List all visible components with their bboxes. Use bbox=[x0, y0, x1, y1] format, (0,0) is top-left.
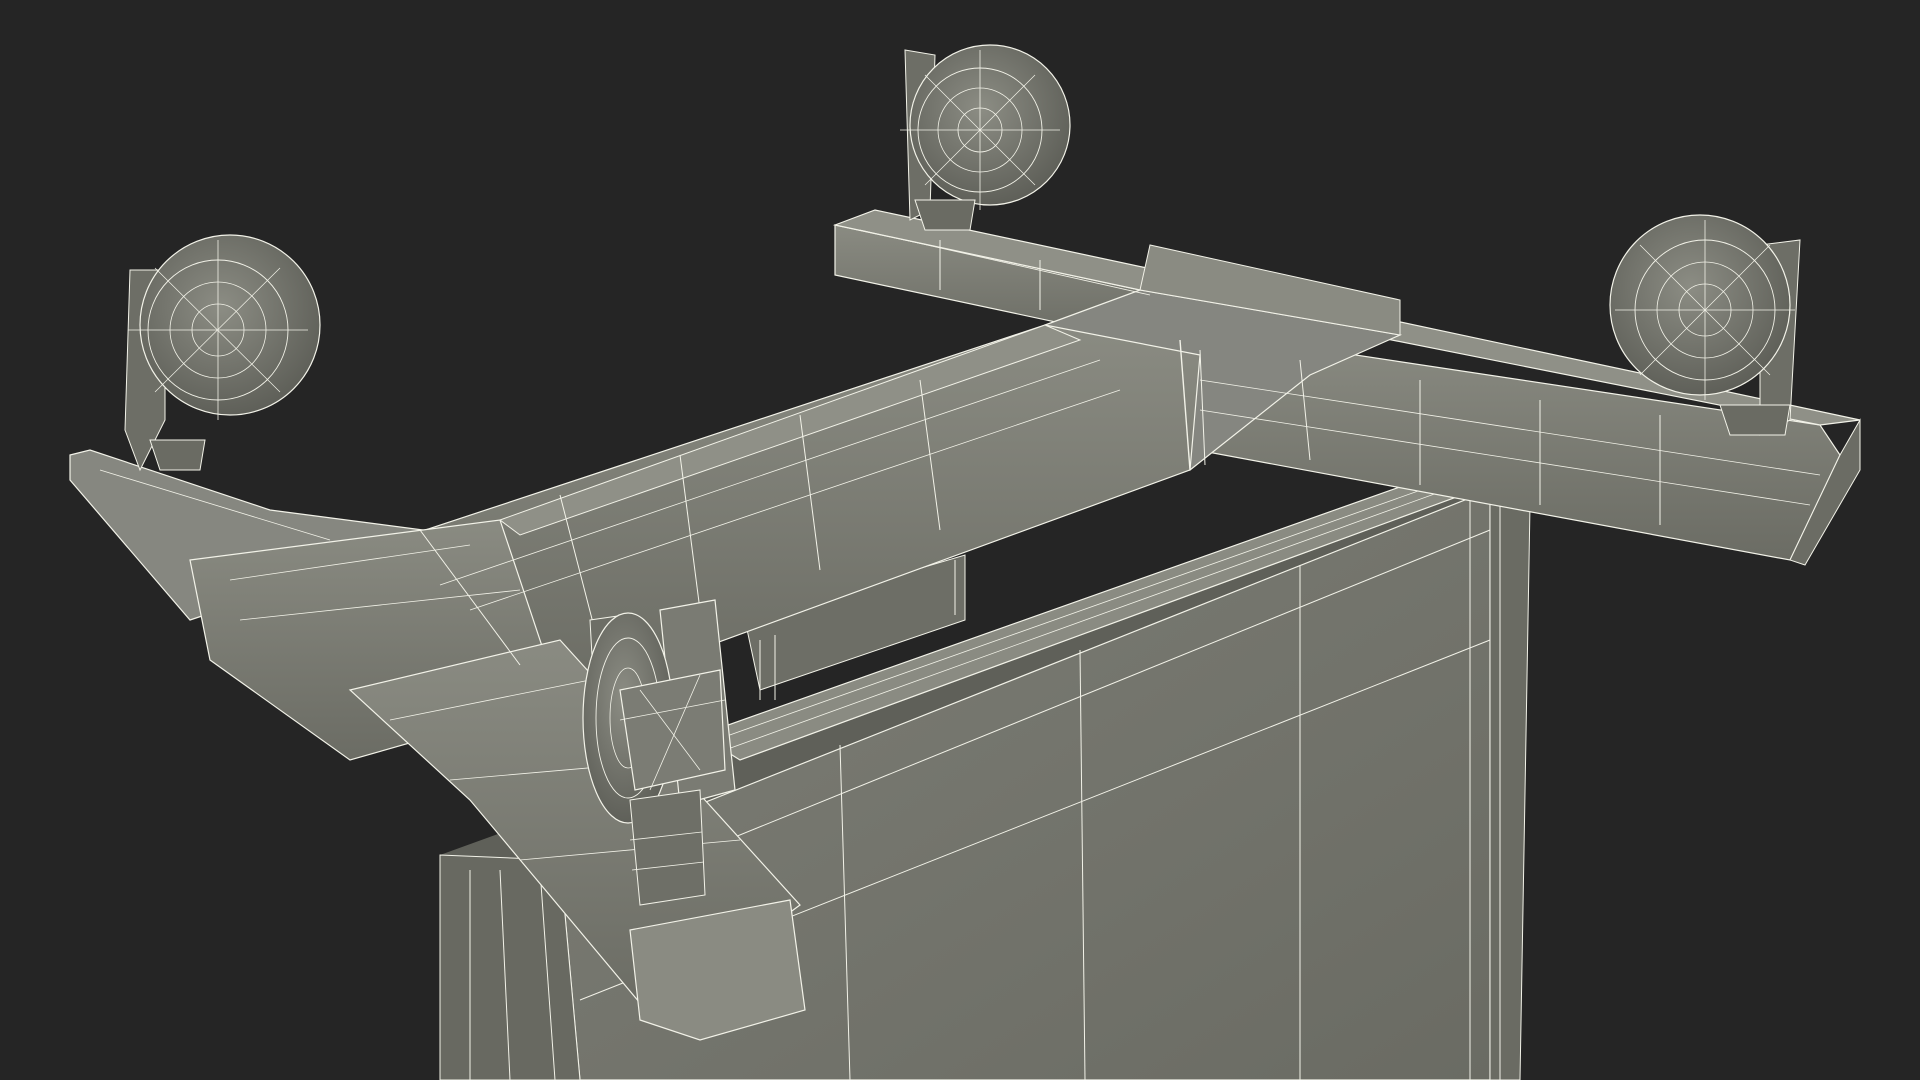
wheel-back-center bbox=[900, 44, 1071, 231]
wheel-back-left bbox=[124, 234, 321, 472]
wireframe-render bbox=[69, 44, 1861, 1080]
render-viewport bbox=[0, 0, 1920, 1080]
